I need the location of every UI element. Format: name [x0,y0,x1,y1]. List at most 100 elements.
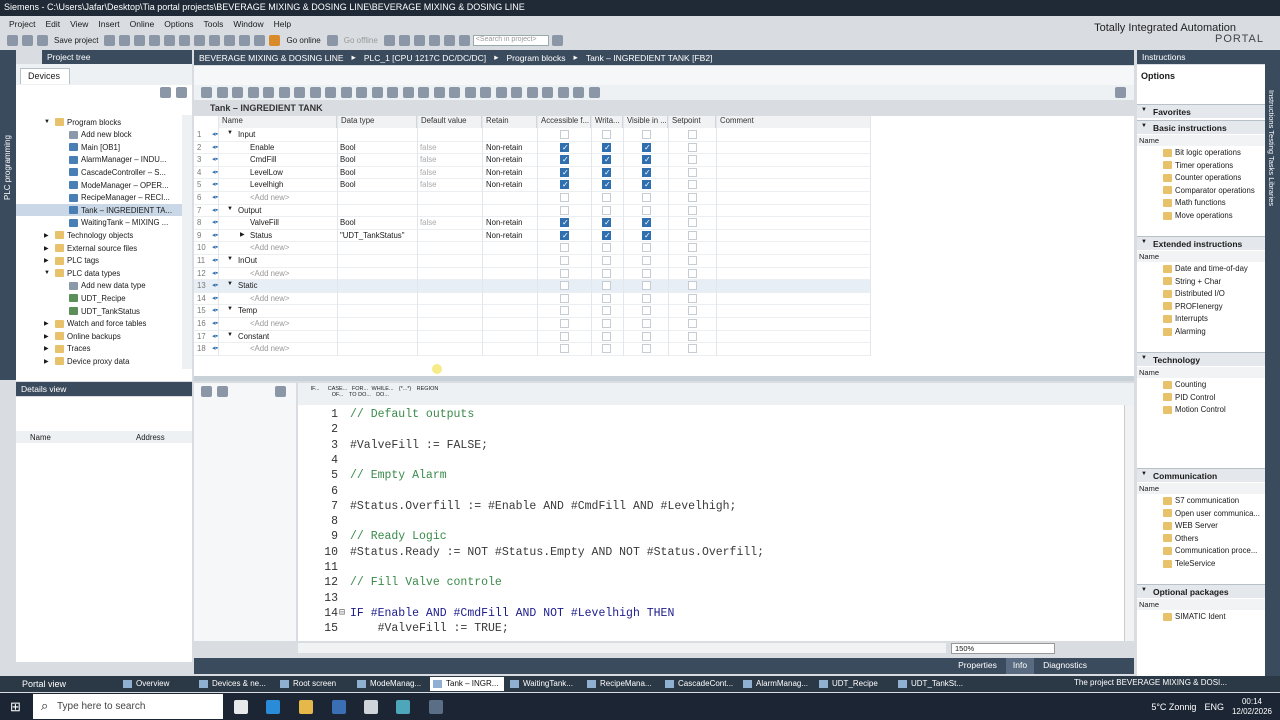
editor-tab[interactable]: UDT_Recipe [816,677,890,691]
tree-item[interactable]: ▶ PLC tags [16,255,182,267]
data-type[interactable]: "UDT_TankStatus" [340,231,404,240]
monitor-icon[interactable] [263,87,274,98]
accessible-checkbox[interactable] [560,180,569,190]
accessible-checkbox[interactable] [560,268,569,278]
undo-icon[interactable] [179,34,191,46]
accessible-checkbox[interactable] [560,281,569,291]
visible-checkbox[interactable] [642,319,651,328]
accessible-checkbox[interactable] [560,193,569,202]
basic-name-column[interactable]: Name [1137,135,1265,146]
code-line[interactable]: 11 [298,561,1118,576]
tree-item[interactable]: ▶ Watch and force tables [16,318,182,330]
tree-item[interactable]: Main [OB1] [16,141,182,153]
tree-item[interactable]: UDT_Recipe [16,292,182,304]
communication-name-column[interactable]: Name [1137,483,1265,494]
clock[interactable]: 00:14 12/02/2026 [1232,697,1272,717]
optional-item[interactable]: SIMATIC Ident [1163,612,1226,621]
accessible-checkbox[interactable] [560,256,569,265]
interface-row[interactable]: 8 ◂▪ ValveFill Bool false Non-retain [194,217,870,230]
store-icon[interactable] [332,700,346,714]
visible-checkbox[interactable] [642,193,651,202]
tree-scrollbar[interactable] [182,115,192,369]
visible-checkbox[interactable] [642,167,651,177]
default-value[interactable]: false [420,155,436,164]
tree-item[interactable]: WaitingTank – MIXING ... [16,217,182,229]
add-new-placeholder[interactable]: <Add new> [250,243,289,252]
open-all-icon[interactable] [356,87,367,98]
interface-row[interactable]: 18 ◂▪ <Add new> [194,343,870,356]
menu-online[interactable]: Online [125,17,160,31]
interface-splitter[interactable] [194,376,1134,381]
code-line[interactable]: 3 #ValveFill := FALSE; [298,439,1118,454]
tab-info[interactable]: Info [1005,658,1035,674]
insert-row-icon[interactable] [201,87,212,98]
code-line[interactable]: 1 // Default outputs [298,408,1118,423]
collapse-arrow-icon[interactable]: ▼ [227,206,233,212]
collapse-arrow-icon[interactable]: ▼ [227,256,233,262]
split-horizontal-icon[interactable] [443,34,455,46]
paste-icon[interactable] [149,34,161,46]
editor-tab[interactable]: RecipeMana... [584,677,658,691]
optional-section-header[interactable]: Optional packages ▼ [1137,584,1265,598]
interface-row[interactable]: 14 ◂▪ <Add new> [194,293,870,306]
goto-next-error-icon[interactable] [387,87,398,98]
breadcrumb-item[interactable]: BEVERAGE MIXING & DOSING LINE [199,53,344,63]
new-project-icon[interactable] [7,34,18,46]
editor-tab[interactable]: CascadeCont... [662,677,736,691]
code-text[interactable]: // Fill Valve controle [350,576,502,589]
variable-name[interactable]: LevelLow [250,168,283,177]
extended-item[interactable]: Alarming [1163,327,1206,336]
indent-icon[interactable] [449,87,460,98]
zoom-select[interactable]: 150% [951,643,1055,654]
interface-row[interactable]: 4 ◂▪ LevelLow Bool false Non-retain [194,167,870,180]
menu-options[interactable]: Options [159,17,198,31]
snapshot-icon[interactable] [557,87,569,98]
retain-value[interactable]: Non-retain [486,180,522,189]
code-text[interactable]: IF #Enable AND #CmdFill AND NOT #Levelhi… [350,607,674,620]
expand-all-icon[interactable] [309,87,321,98]
code-line[interactable]: 2 [298,423,1118,438]
print-icon[interactable] [104,34,116,46]
editor-tab[interactable]: Tank – INGR... [430,677,504,691]
tab-devices[interactable]: Devices [20,68,70,84]
variable-name[interactable]: Levelhigh [250,180,283,189]
communication-item[interactable]: Open user communica... [1163,509,1260,518]
interface-col-header[interactable]: Setpoint [668,116,716,128]
tab-properties[interactable]: Properties [951,658,1004,674]
upload-icon[interactable] [239,34,251,46]
variable-name[interactable]: Status [250,231,272,240]
setpoint-checkbox[interactable] [688,281,697,291]
accessible-checkbox[interactable] [560,331,569,341]
interface-col-header[interactable]: Writa... [591,116,623,128]
search-icon[interactable] [551,34,563,46]
scl-comment-button[interactable]: (*...*) [394,386,416,392]
expand-arrow-icon[interactable]: ▶ [240,231,245,238]
extended-item[interactable]: Date and time-of-day [1163,264,1248,273]
setpoint-checkbox[interactable] [688,180,697,190]
taskbar-search-input[interactable]: Type here to search [33,694,223,719]
accessible-checkbox[interactable] [560,130,569,139]
tree-item[interactable]: ▶ Traces [16,343,182,355]
writable-checkbox[interactable] [602,256,611,265]
technology-item[interactable]: Counting [1163,380,1206,389]
task-cards-vertical-tabs[interactable]: Instructions Testing Tasks Libraries [1265,50,1280,676]
cross-reference-icon[interactable] [428,34,440,46]
visible-checkbox[interactable] [642,218,651,228]
split-vertical-icon[interactable] [458,34,470,46]
mail-icon[interactable] [364,700,378,714]
setpoint-checkbox[interactable] [688,167,697,177]
code-text[interactable]: #Status.Ready := NOT #Status.Empty AND N… [350,546,764,559]
interface-row[interactable]: 2 ◂▪ Enable Bool false Non-retain [194,142,870,155]
expand-arrow-icon[interactable]: ▶ [44,345,52,352]
code-text[interactable]: #ValveFill := TRUE; [350,622,509,635]
code-line[interactable]: 12 // Fill Valve controle [298,576,1118,591]
tree-item[interactable]: Add new data type [16,280,182,292]
basic-item[interactable]: Move operations [1163,211,1233,220]
code-text[interactable]: // Default outputs [350,408,474,421]
editor-tab[interactable]: Overview [120,677,194,691]
windows-start-icon[interactable]: ⊞ [10,699,21,715]
menu-tools[interactable]: Tools [199,17,229,31]
basic-item[interactable]: Bit logic operations [1163,148,1241,157]
code-line[interactable]: 9 // Ready Logic [298,530,1118,545]
basic-section-header[interactable]: Basic instructions ▼ [1137,120,1265,134]
